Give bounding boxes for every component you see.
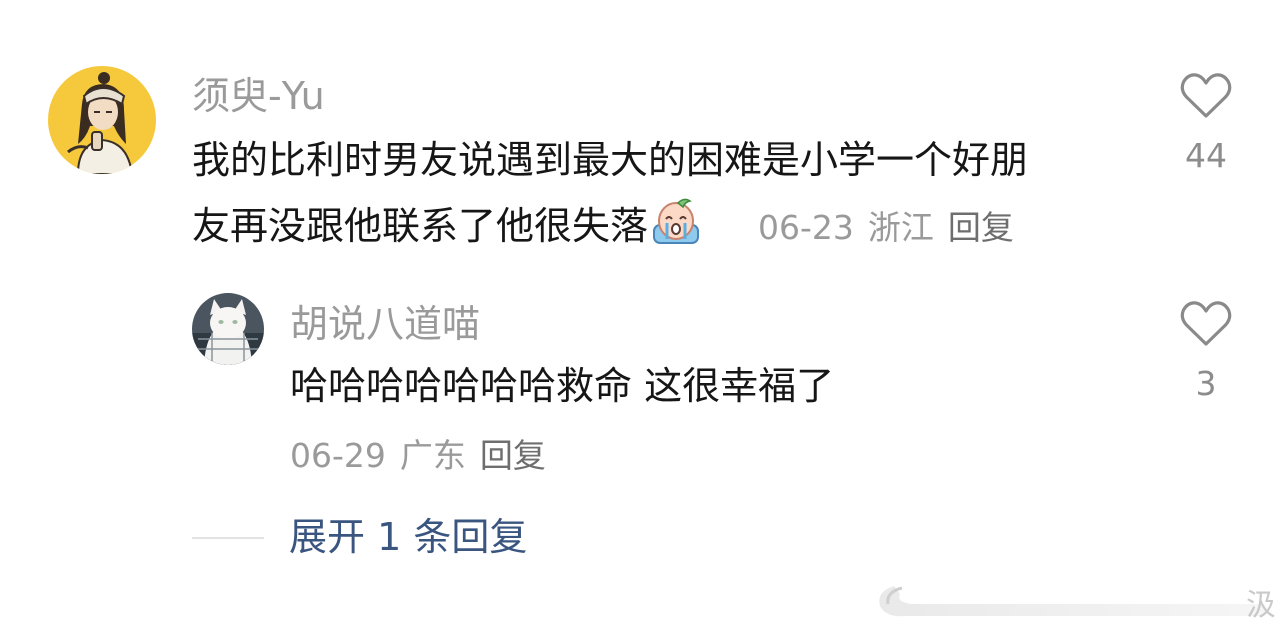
comment-text-line-1: 我的比利时男友说遇到最大的困难是小学一个好朋 xyxy=(192,138,1029,182)
reply-reply-button[interactable]: 回复 xyxy=(480,436,546,475)
comment-location: 浙江 xyxy=(867,208,934,247)
reply-like-count: 3 xyxy=(1195,364,1217,403)
heart-outline-icon xyxy=(1180,301,1232,346)
comment-username[interactable]: 须臾-Yu xyxy=(192,74,325,118)
comment-text-line-2-content: 友再没跟他联系了他很失落 xyxy=(192,204,649,248)
comment-meta: 06-23 浙江 回复 xyxy=(758,208,1028,248)
reply-text: 哈哈哈哈哈哈哈救命 这很幸福了 xyxy=(290,364,835,408)
expand-divider xyxy=(192,537,264,539)
reply-like-button[interactable]: 3 xyxy=(1166,300,1246,404)
reply-location: 广东 xyxy=(399,436,466,475)
reply-user-avatar[interactable] xyxy=(192,293,264,365)
comment-like-count: 44 xyxy=(1185,136,1227,175)
comment-like-button[interactable]: 44 xyxy=(1166,72,1246,176)
user-avatar[interactable] xyxy=(48,66,156,174)
reply-date: 06-29 xyxy=(290,436,386,475)
watermark-logo xyxy=(879,586,1267,617)
comment-reply-button[interactable]: 回复 xyxy=(948,208,1014,247)
comment-text-line-2: 友再没跟他联系了他很失落 xyxy=(192,194,704,258)
comment-thread: 须臾-Yu 我的比利时男友说遇到最大的困难是小学一个好朋 友再没跟他联系了他很失… xyxy=(0,0,1284,630)
reply-meta: 06-29 广东 回复 xyxy=(290,436,560,476)
heart-outline-icon xyxy=(1180,73,1232,118)
expand-replies-button[interactable]: 展开 1 条回复 xyxy=(289,515,527,559)
crying-face-emoji-icon xyxy=(648,197,704,247)
reply-username[interactable]: 胡说八道喵 xyxy=(290,302,480,346)
comment-date: 06-23 xyxy=(758,208,854,247)
watermark-text: 汲 xyxy=(1246,588,1276,623)
